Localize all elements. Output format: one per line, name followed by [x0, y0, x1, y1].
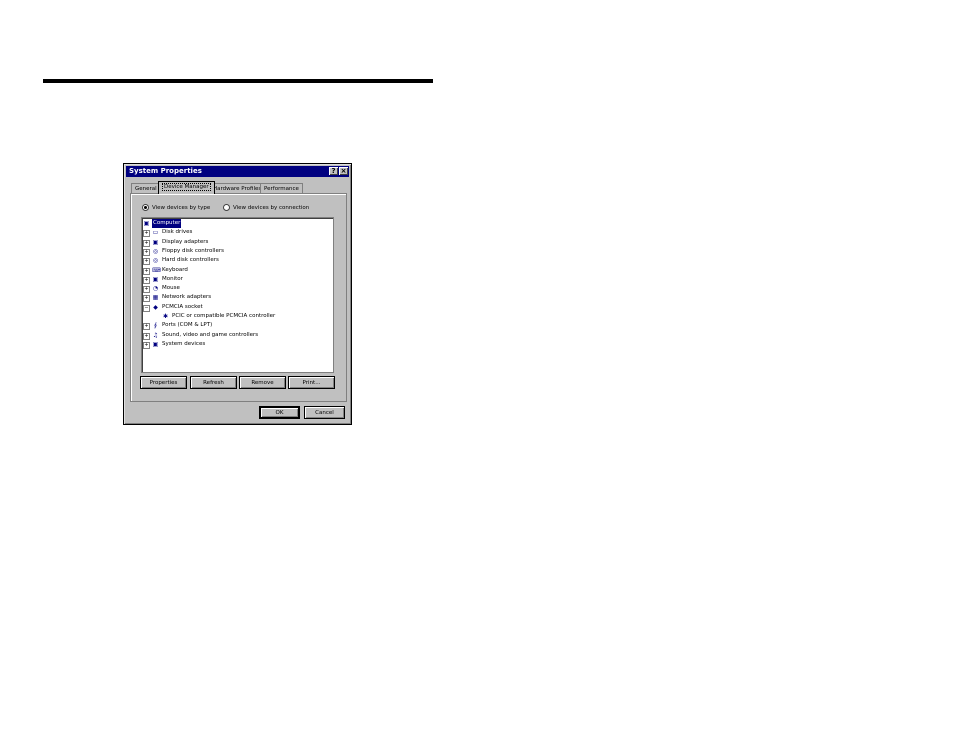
- radio-dot: [223, 204, 230, 211]
- remove-button[interactable]: Remove: [239, 376, 286, 389]
- expand-icon[interactable]: +: [143, 341, 150, 349]
- expand-icon[interactable]: +: [143, 332, 150, 340]
- expand-icon[interactable]: +: [143, 267, 150, 275]
- properties-button[interactable]: Properties: [140, 376, 187, 389]
- device-label: PCMCIA socket: [162, 303, 203, 310]
- expand-icon[interactable]: +: [143, 276, 150, 284]
- expand-icon[interactable]: +: [143, 323, 150, 331]
- device-label: Keyboard: [162, 266, 188, 273]
- cancel-button[interactable]: Cancel: [304, 406, 345, 419]
- disk-drive-icon: ▭: [152, 229, 159, 237]
- device-label: Sound, video and game controllers: [162, 331, 259, 338]
- network-icon: ▦: [152, 294, 159, 302]
- view-by-type-radio[interactable]: View devices by type: [142, 204, 210, 211]
- ok-button[interactable]: OK: [259, 406, 300, 419]
- expand-icon[interactable]: +: [143, 230, 150, 238]
- device-tree-item[interactable]: + ◎ Floppy disk controllers: [142, 247, 333, 256]
- keyboard-icon: ⌨: [152, 266, 161, 274]
- tab-device-manager-label: Device Manager: [162, 183, 211, 191]
- print-button[interactable]: Print...: [288, 376, 335, 389]
- mouse-icon: ◔: [152, 285, 159, 293]
- device-tree-item[interactable]: + ∮ Ports (COM & LPT): [142, 321, 333, 331]
- device-tree-item[interactable]: ✱ PCIC or compatible PCMCIA controller: [142, 312, 333, 321]
- device-tree-item[interactable]: + ◎ Hard disk controllers: [142, 256, 333, 266]
- device-label: Hard disk controllers: [162, 257, 219, 264]
- device-label: Mouse: [162, 285, 180, 292]
- device-tree-item[interactable]: + ▣ System devices: [142, 340, 333, 349]
- device-label: Floppy disk controllers: [162, 247, 224, 254]
- tab-general[interactable]: General: [131, 183, 161, 193]
- device-tree-item[interactable]: ▣ Computer: [142, 219, 333, 228]
- display-icon: ▣: [152, 238, 159, 246]
- device-label: Monitor: [162, 275, 183, 282]
- device-label: Display adapters: [162, 238, 209, 245]
- system-devices-icon: ▣: [152, 340, 159, 348]
- device-tree-item[interactable]: + ▭ Disk drives: [142, 228, 333, 238]
- computer-icon: ▣: [143, 220, 150, 227]
- sound-icon: ♫: [152, 331, 159, 339]
- window-title: System Properties: [129, 167, 202, 175]
- device-tree-item[interactable]: + ▣ Monitor: [142, 275, 333, 284]
- device-tree-item[interactable]: + ▣ Display adapters: [142, 238, 333, 247]
- expand-icon[interactable]: +: [143, 295, 150, 303]
- system-properties-dialog: System Properties ? × General Device Man…: [123, 163, 352, 425]
- tab-hardware-profiles[interactable]: Hardware Profiles: [209, 183, 266, 193]
- device-label: System devices: [162, 340, 206, 347]
- device-tree[interactable]: ▣ Computer + ▭ Disk drives + ▣ Display adapters…: [141, 217, 334, 373]
- device-label: Disk drives: [162, 229, 193, 236]
- device-label: Network adapters: [162, 294, 212, 301]
- device-label: Computer: [152, 219, 182, 228]
- pcmcia-controller-icon: ✱: [162, 313, 169, 320]
- controller-icon: ◎: [152, 257, 159, 265]
- expand-icon[interactable]: +: [143, 248, 150, 256]
- controller-icon: ◎: [152, 247, 159, 255]
- view-by-type-label: View devices by type: [152, 205, 211, 211]
- device-label: Ports (COM & LPT): [162, 322, 213, 329]
- device-tree-item[interactable]: + ◔ Mouse: [142, 284, 333, 294]
- help-button[interactable]: ?: [329, 167, 338, 175]
- device-label: PCIC or compatible PCMCIA controller: [172, 313, 276, 319]
- tab-device-manager[interactable]: Device Manager: [158, 181, 215, 194]
- view-by-connection-label: View devices by connection: [233, 205, 310, 211]
- pcmcia-icon: ◆: [153, 303, 158, 311]
- refresh-button[interactable]: Refresh: [190, 376, 237, 389]
- view-by-connection-radio[interactable]: View devices by connection: [223, 204, 309, 211]
- port-icon: ∮: [153, 322, 158, 330]
- expand-icon[interactable]: +: [143, 258, 150, 266]
- horizontal-rule: [43, 79, 433, 83]
- tab-performance[interactable]: Performance: [260, 183, 303, 193]
- monitor-icon: ▣: [152, 275, 159, 283]
- device-tree-item[interactable]: + ▦ Network adapters: [142, 293, 333, 303]
- radio-dot-selected: [142, 204, 149, 211]
- collapse-icon[interactable]: −: [143, 304, 150, 312]
- title-bar: System Properties ? ×: [126, 166, 349, 177]
- expand-icon[interactable]: +: [143, 239, 150, 247]
- device-tree-item[interactable]: + ♫ Sound, video and game controllers: [142, 331, 333, 340]
- close-button[interactable]: ×: [339, 167, 348, 175]
- device-tree-item[interactable]: − ◆ PCMCIA socket: [142, 303, 333, 312]
- expand-icon[interactable]: +: [143, 286, 150, 294]
- device-tree-item[interactable]: + ⌨ Keyboard: [142, 266, 333, 275]
